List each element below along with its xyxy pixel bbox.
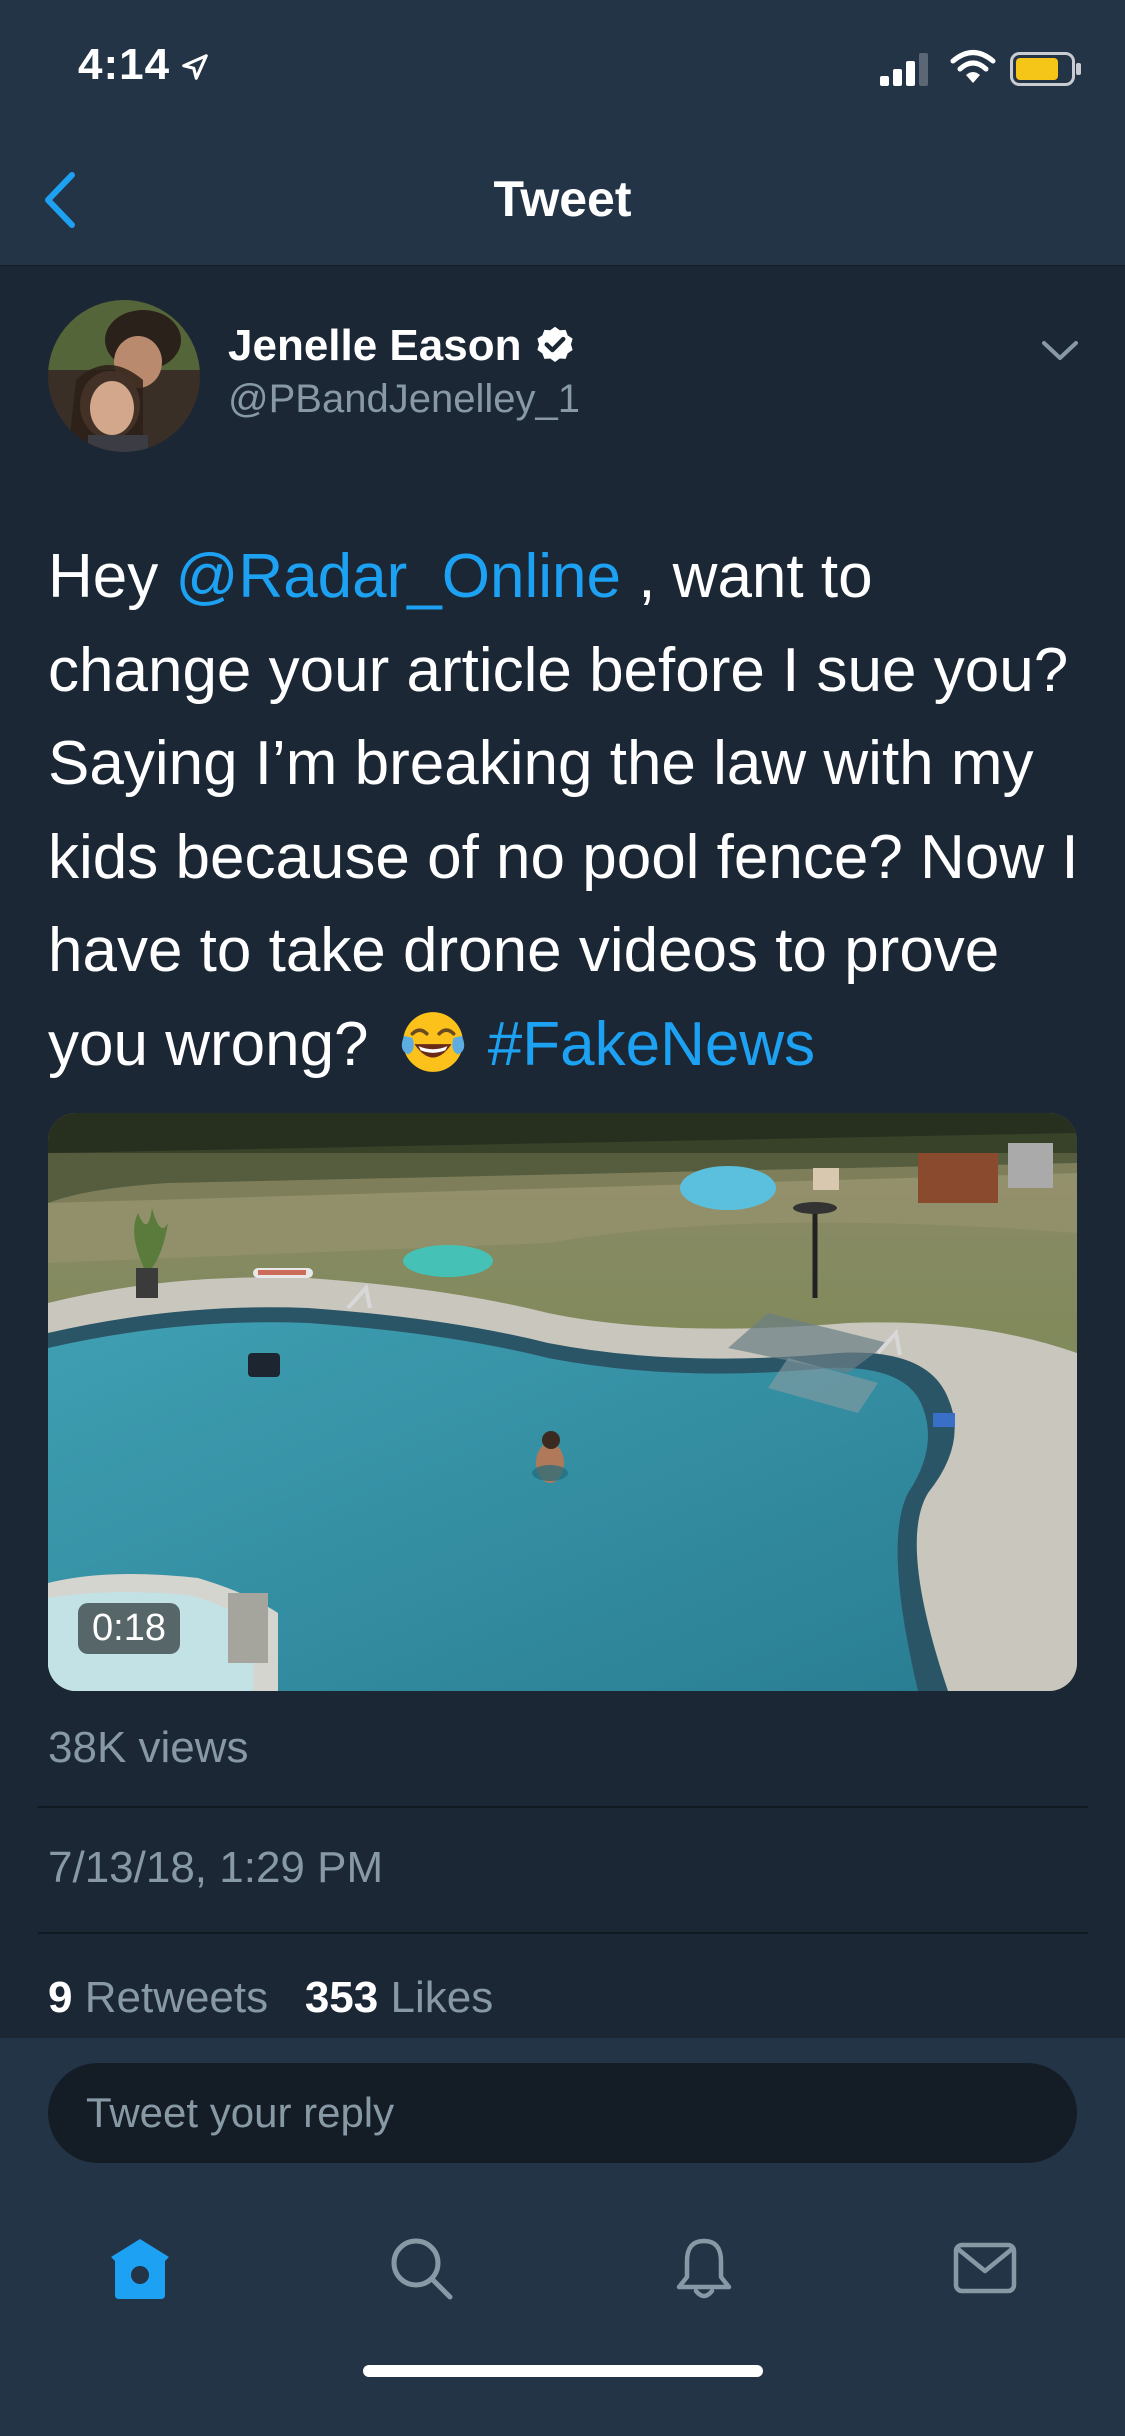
home-indicator[interactable] [363, 2365, 763, 2377]
mention-link[interactable]: @Radar_Online [175, 542, 621, 611]
likes-label: Likes [390, 1973, 494, 2022]
tab-home[interactable] [85, 2213, 195, 2323]
view-count: 38K views [48, 1723, 249, 1772]
tweet-text: Hey @Radar_Online , want to change your … [48, 530, 1088, 1091]
tab-messages[interactable] [930, 2213, 1040, 2323]
video-thumbnail [48, 1113, 1077, 1691]
status-time: 4:14 [78, 40, 171, 89]
battery-icon [1010, 52, 1081, 86]
status-bar: 4:14 [0, 0, 1125, 135]
divider [38, 1932, 1088, 1934]
video-media[interactable]: 0:18 [48, 1113, 1077, 1691]
divider [38, 1806, 1088, 1808]
tab-bar [0, 2213, 1125, 2333]
wifi-icon [950, 50, 996, 83]
messages-icon [953, 2242, 1017, 2294]
tweet-text-part: Hey [48, 542, 176, 611]
notifications-icon [676, 2238, 732, 2299]
retweets-label: Retweets [84, 1973, 269, 2022]
engagement-stats: 9 Retweets 353 Likes [48, 1973, 493, 2023]
navigation-bar: Tweet [0, 135, 1125, 266]
location-arrow-icon [182, 54, 208, 80]
tab-notifications[interactable] [649, 2213, 759, 2323]
likes-count: 353 [304, 1973, 379, 2022]
verified-badge-icon [537, 326, 574, 362]
video-duration: 0:18 [78, 1603, 180, 1654]
reply-placeholder: Tweet your reply [86, 2089, 395, 2136]
tab-search[interactable] [366, 2213, 476, 2323]
tweet-text-part: , want to change your article before I s… [48, 542, 1079, 1079]
tweet-header: Jenelle Eason @PBandJenelley_1 [0, 295, 1125, 465]
page-title: Tweet [493, 171, 632, 227]
home-icon [111, 2239, 169, 2299]
retweets-stat[interactable]: 9 Retweets [48, 1973, 268, 2022]
likes-stat[interactable]: 353 Likes [305, 1973, 493, 2022]
reply-input[interactable]: Tweet your reply [48, 2063, 1077, 2163]
display-name[interactable]: Jenelle Eason [228, 321, 521, 371]
chevron-down-icon[interactable] [1040, 335, 1080, 365]
search-icon [391, 2238, 453, 2300]
timestamp: 7/13/18, 1:29 PM [48, 1843, 384, 1892]
avatar[interactable] [48, 300, 200, 452]
signal-icon [880, 53, 928, 86]
retweets-count: 9 [48, 1973, 73, 2022]
author-name-row[interactable]: Jenelle Eason [228, 321, 577, 371]
tears-of-joy-emoji-icon [401, 1011, 464, 1072]
handle[interactable]: @PBandJenelley_1 [228, 377, 580, 422]
hashtag-link[interactable]: #FakeNews [488, 1010, 815, 1079]
